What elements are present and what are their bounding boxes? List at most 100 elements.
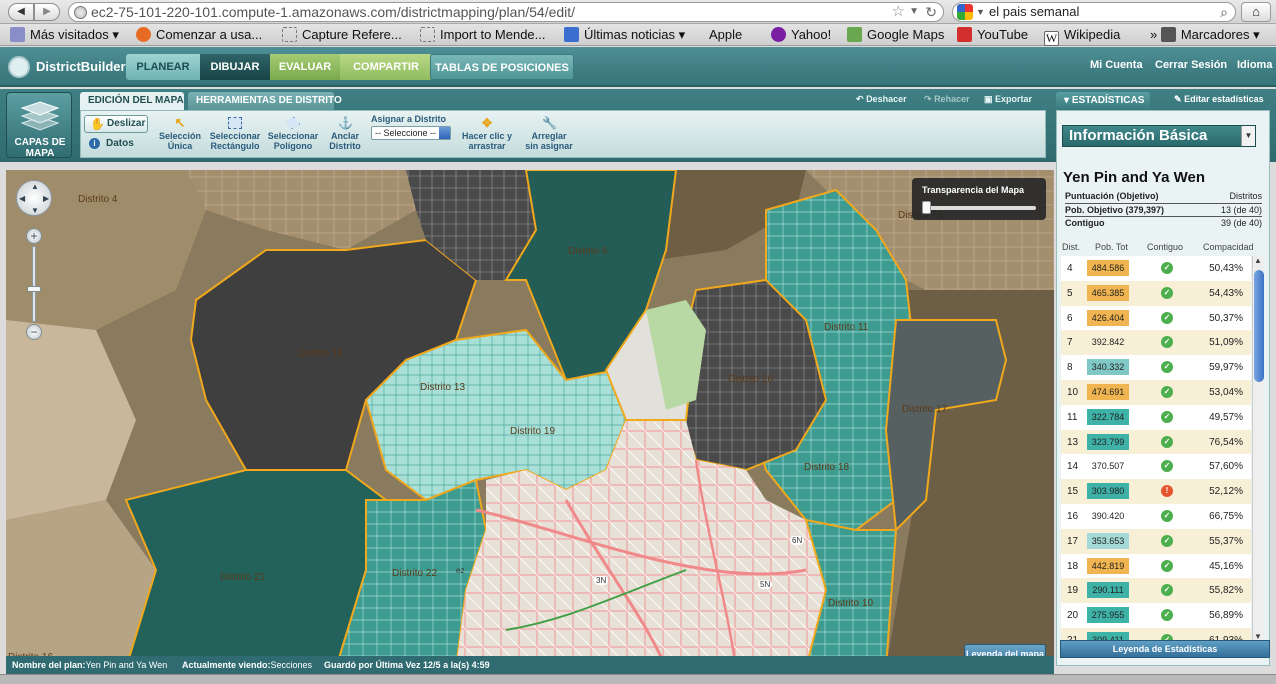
table-row[interactable]: 17 353.653 ✓ 55,37% [1061,528,1251,554]
seleccionar-rectangulo-tool[interactable]: Seleccionar Rectángulo [209,117,261,151]
step-evaluar[interactable]: Evaluar [270,54,340,80]
yahoo-icon [771,27,786,42]
plan-name-status: Yen Pin and Ya Wen [85,660,168,670]
zoom-slider-track[interactable] [32,246,36,322]
tab-estadisticas[interactable]: ▾ Estadísticas [1056,92,1150,110]
map-label-distrito-21: Distrito 21 [220,572,266,583]
table-row[interactable]: 18 442.819 ✓ 45,16% [1061,554,1251,579]
check-icon: ✓ [1161,311,1173,324]
compactness-value: 55,82% [1209,585,1243,597]
mi-cuenta-link[interactable]: Mi Cuenta [1090,59,1143,71]
hacer-clic-arrastrar-tool[interactable]: ✥ Hacer clic y arrastrar [459,117,515,151]
table-row[interactable]: 14 370.507 ✓ 57,60% [1061,454,1251,479]
back-button[interactable]: ◀ [8,3,34,21]
step-planear[interactable]: Planear [126,54,200,80]
capas-de-mapa-button[interactable]: CAPAS DE MAPA [6,92,72,159]
wrench-icon: 🔧 [542,116,557,130]
tab-edicion-del-mapa[interactable]: Edición del Mapa [80,92,184,110]
transparency-slider-track[interactable] [924,206,1036,210]
anclar-distrito-tool[interactable]: ⚓ Anclar Distrito [327,117,363,151]
bookmark-ultimas-noticias[interactable]: Últimas noticias ▾ [564,27,685,43]
bookmark-apple[interactable]: Apple [704,27,742,43]
stats-scrollbar[interactable]: ▲ ▼ [1252,256,1264,644]
stats-type-select[interactable]: Información Básica ▼ [1062,125,1256,147]
table-row[interactable]: 5 465.385 ✓ 54,43% [1061,280,1251,306]
zoom-in-button[interactable]: + [26,228,42,244]
table-row[interactable]: 13 323.799 ✓ 76,54% [1061,429,1251,455]
pan-up-icon[interactable]: ▲ [31,182,39,191]
editar-estadisticas-link[interactable]: ✎ Editar estadísticas [1174,94,1264,105]
pan-left-icon[interactable]: ◀ [19,194,25,203]
bookmark-capture[interactable]: Capture Refere... [282,27,402,43]
table-row[interactable]: 10 474.691 ✓ 53,04% [1061,380,1251,405]
search-icon[interactable]: ⌕ [1220,3,1228,21]
collapse-icon: ▾ [1064,95,1070,106]
site-icon [74,6,87,19]
zoom-out-button[interactable]: − [26,324,42,340]
deshacer-button[interactable]: ↶ Deshacer [856,94,907,105]
chevron-down-icon[interactable]: ▼ [909,3,919,21]
table-row[interactable]: 15 303.980! 52,12% [1061,479,1251,504]
scrollbar-thumb[interactable] [1254,270,1264,382]
transparency-slider-handle[interactable] [922,201,931,214]
google-icon[interactable] [957,4,973,20]
home-button[interactable]: ⌂ [1241,2,1271,22]
road-label: 6N [790,536,805,545]
table-row[interactable]: 11 322.784 ✓ 49,57% [1061,405,1251,430]
bookmark-google-maps[interactable]: Google Maps [847,27,944,43]
chevron-down-icon[interactable]: ▼ [976,3,985,21]
asignar-distrito-select[interactable]: -- Seleccione -- [371,126,451,140]
bookmark-wikipedia[interactable]: W Wikipedia [1044,27,1120,46]
table-row[interactable]: 19 290.111 ✓ 55,82% [1061,578,1251,604]
idioma-link[interactable]: Idioma [1237,59,1272,71]
table-row[interactable]: 16 390.420 ✓ 66,75% [1061,504,1251,529]
datos-button[interactable]: i Datos [89,138,134,150]
district-map[interactable]: Distrito 4 Distrito 6 Distrito 14 Distri… [6,170,1054,668]
table-row[interactable]: 8 340.332 ✓ 59,97% [1061,355,1251,380]
compactness-value: 59,97% [1209,362,1243,374]
arreglar-sin-asignar-tool[interactable]: 🔧 Arreglar sin asignar [523,117,575,151]
population-value: 353.653 [1087,532,1129,549]
pan-right-icon[interactable]: ▶ [43,194,49,203]
rehacer-button[interactable]: ↷ Rehacer [924,94,970,105]
population-value: 474.691 [1087,384,1129,400]
map-label-distrito-17: Distrito 17 [902,404,948,415]
app-logo[interactable]: DistrictBuilder [8,55,126,79]
population-value: 390.420 [1091,511,1125,521]
leyenda-de-estadisticas-button[interactable]: Leyenda de Estadísticas [1060,640,1270,658]
bookmark-mas-visitados[interactable]: Más visitados ▾ [10,27,119,43]
bookmark-comenzar[interactable]: Comenzar a usa... [136,27,262,43]
bookmark-yahoo[interactable]: Yahoo! [771,27,831,43]
compactness-value: 57,60% [1209,461,1243,473]
step-dibujar[interactable]: Dibujar [200,54,270,80]
step-compartir[interactable]: Compartir [340,54,432,80]
cerrar-sesion-link[interactable]: Cerrar Sesión [1155,59,1227,71]
seleccion-unica-tool[interactable]: ↖ Selección Única [159,116,201,151]
bookmark-star-icon[interactable]: ☆ [892,3,905,21]
tab-herramientas-de-distrito[interactable]: Herramientas de Distrito [188,92,342,110]
column-compacidad: Compacidad [1203,242,1254,252]
reload-icon[interactable]: ↻ [925,3,937,21]
tablas-posiciones-button[interactable]: Tablas de Posiciones [430,54,574,80]
pan-down-icon[interactable]: ▼ [31,206,39,215]
map-canvas[interactable] [6,170,1054,668]
compactness-value: 50,37% [1209,312,1243,324]
bookmark-youtube[interactable]: YouTube [957,27,1028,43]
forward-button[interactable]: ▶ [34,3,60,21]
pan-control[interactable]: ▲ ▼ ◀ ▶ [16,180,52,216]
search-field[interactable]: ▼ el pais semanal ⌕ [952,2,1236,22]
seleccionar-poligono-tool[interactable]: Seleccionar Polígono [267,117,319,151]
bookmark-marcadores[interactable]: » Marcadores ▾ [1150,27,1260,43]
deslizar-button[interactable]: ✋ Deslizar [84,115,148,133]
scroll-up-icon: ▲ [1254,256,1262,265]
population-value: 426.404 [1087,309,1129,326]
table-row[interactable]: 20 275.955 ✓ 56,89% [1061,603,1251,628]
table-row[interactable]: 7 392.842 ✓ 51,09% [1061,330,1251,356]
table-row[interactable]: 6 426.404 ✓ 50,37% [1061,306,1251,331]
check-icon: ✓ [1161,410,1173,423]
address-bar[interactable]: ec2-75-101-220-101.compute-1.amazonaws.c… [68,2,944,22]
bookmark-import[interactable]: Import to Mende... [420,27,546,43]
exportar-button[interactable]: ▣ Exportar [984,94,1032,105]
table-row[interactable]: 4 484.586 ✓ 50,43% [1061,256,1251,281]
zoom-slider-handle[interactable] [27,286,41,292]
